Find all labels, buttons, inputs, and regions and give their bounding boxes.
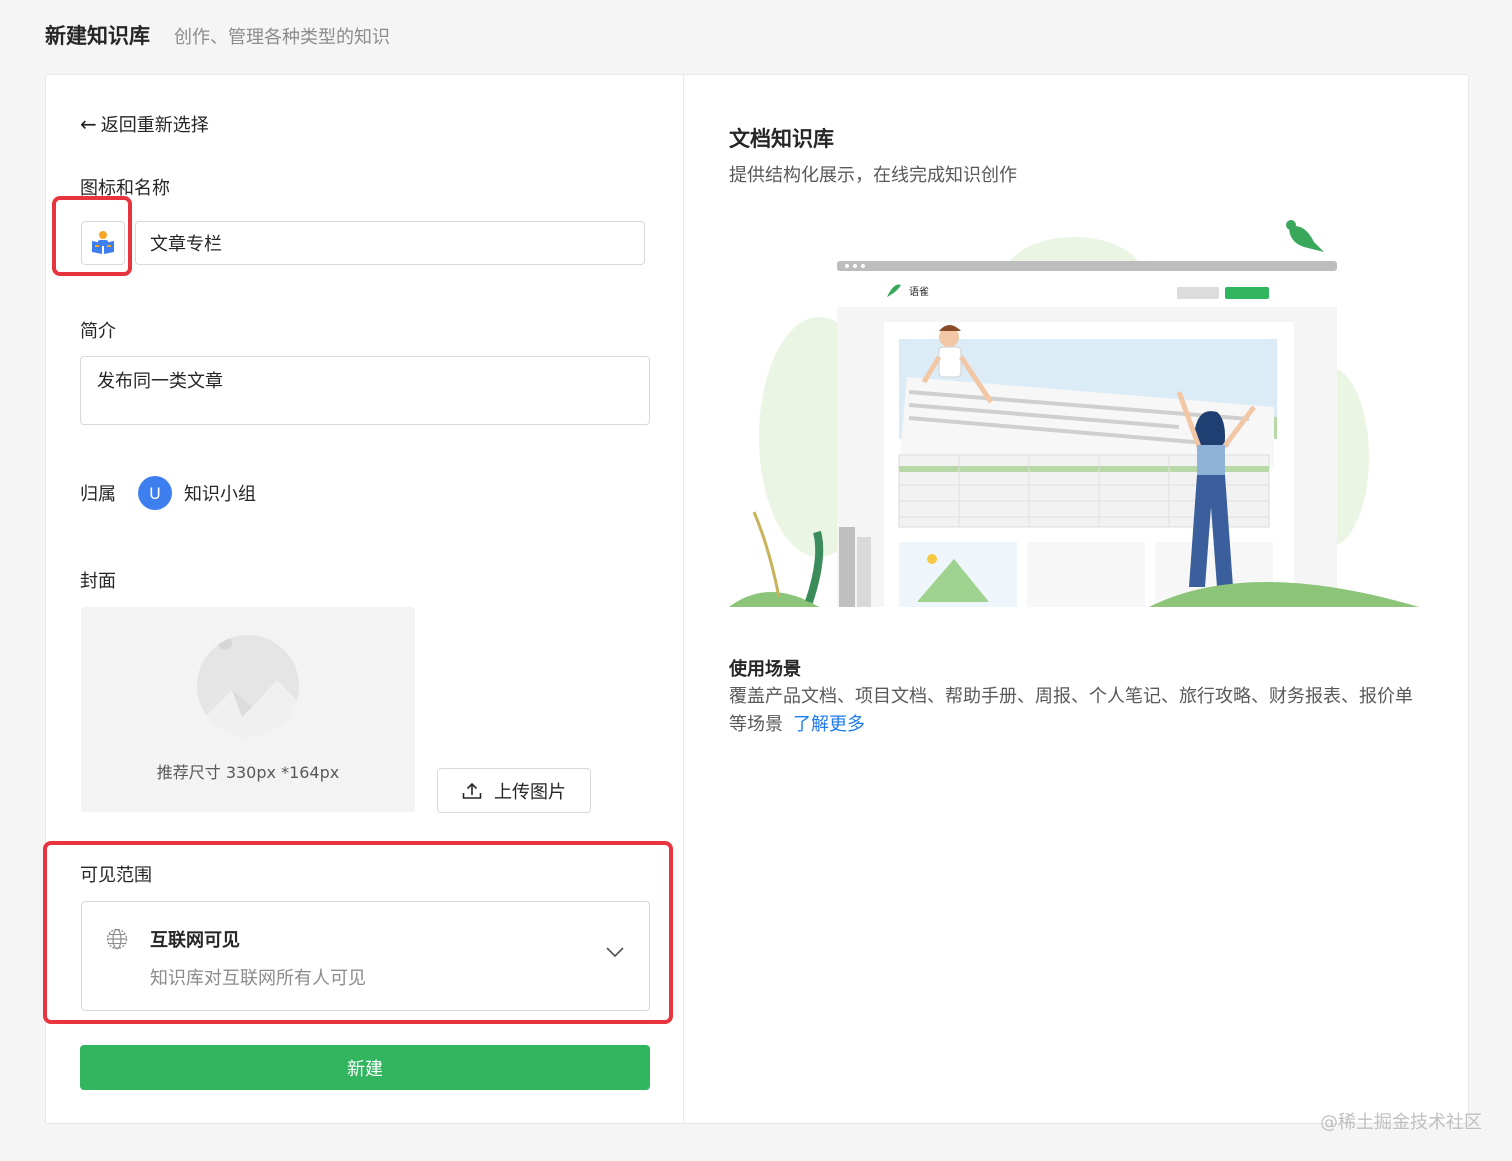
back-link[interactable]: ← 返回重新选择	[80, 111, 209, 137]
reader-icon	[92, 231, 114, 254]
preview-illustration: 语雀	[729, 220, 1419, 607]
form-panel: ← 返回重新选择 图标和名称 简介 发布同一类文章 归属 U 知识小组 封面	[43, 75, 684, 1123]
desc-textarea[interactable]: 发布同一类文章	[80, 356, 650, 425]
chevron-down-icon	[606, 947, 624, 958]
visibility-title: 互联网可见	[150, 930, 240, 951]
globe-icon	[106, 928, 128, 950]
owner-label: 归属	[80, 484, 116, 505]
preview-title: 文档知识库	[729, 127, 834, 151]
owner-row: 归属 U 知识小组	[80, 476, 256, 510]
learn-more-link[interactable]: 了解更多	[793, 714, 865, 735]
image-placeholder-icon	[197, 635, 299, 737]
back-link-label: 返回重新选择	[100, 115, 209, 136]
cover-size-hint: 推荐尺寸 330px *164px	[156, 763, 340, 782]
usage-title: 使用场景	[729, 659, 801, 680]
preview-desc: 提供结构化展示，在线完成知识创作	[729, 165, 1017, 186]
name-input[interactable]	[135, 221, 645, 265]
page-header: 新建知识库 创作、管理各种类型的知识	[45, 20, 390, 50]
avatar: U	[138, 476, 172, 510]
upload-image-label: 上传图片	[494, 781, 566, 803]
cover-preview: 推荐尺寸 330px *164px	[81, 607, 415, 812]
upload-image-button[interactable]: 上传图片	[437, 768, 591, 813]
page-subtitle: 创作、管理各种类型的知识	[174, 27, 390, 48]
upload-icon	[462, 782, 482, 799]
visibility-select[interactable]: 互联网可见 知识库对互联网所有人可见	[81, 901, 650, 1011]
create-button[interactable]: 新建	[80, 1045, 650, 1090]
create-card: ← 返回重新选择 图标和名称 简介 发布同一类文章 归属 U 知识小组 封面	[43, 74, 1469, 1124]
desc-label: 简介	[80, 321, 116, 342]
app-brand-text: 语雀	[909, 286, 929, 298]
owner-name: 知识小组	[184, 484, 256, 505]
icon-picker-button[interactable]	[81, 221, 125, 265]
visibility-desc: 知识库对互联网所有人可见	[150, 968, 366, 989]
back-arrow-icon: ←	[80, 112, 97, 136]
visibility-label: 可见范围	[80, 865, 152, 886]
usage-text: 覆盖产品文档、项目文档、帮助手册、周报、个人笔记、旅行攻略、财务报表、报价单等场…	[729, 683, 1429, 739]
preview-panel: 文档知识库 提供结构化展示，在线完成知识创作 语雀 使用场景 覆盖产品文档、项目…	[684, 75, 1468, 1123]
watermark-text: @稀土掘金技术社区	[1320, 1112, 1482, 1133]
cover-label: 封面	[80, 571, 116, 592]
page-title: 新建知识库	[45, 24, 150, 48]
